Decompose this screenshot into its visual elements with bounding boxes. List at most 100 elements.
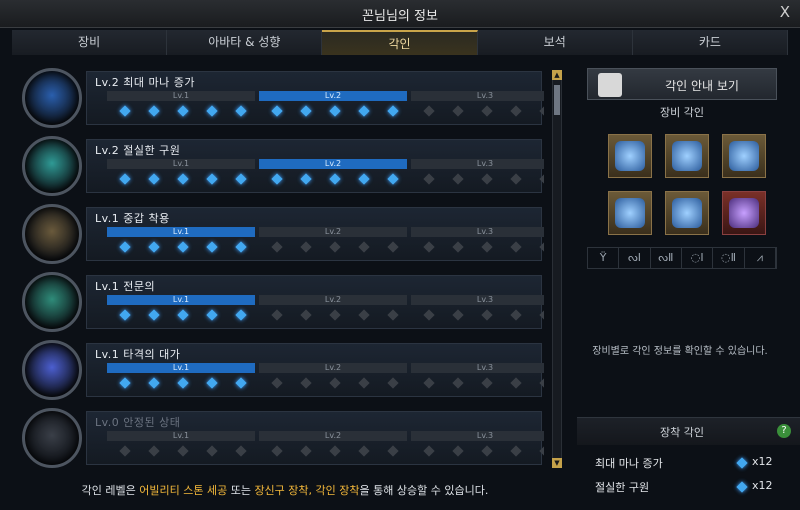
engraving-row[interactable]: Lv.1 중갑 착용 Lv.1 Lv.2 Lv.3	[20, 202, 544, 268]
gem-filled-icon	[148, 173, 160, 185]
gem-empty-icon	[119, 445, 131, 457]
footer-text: 각인 레벨은	[81, 484, 140, 497]
equip-info-text: 장비별로 각인 정보를 확인할 수 있습니다.	[592, 346, 768, 357]
gem-empty-icon	[539, 445, 544, 457]
gem-empty-icon	[452, 309, 464, 321]
level-bar: Lv.1	[107, 159, 255, 169]
gem-filled-icon	[271, 173, 283, 185]
gem-empty-icon	[271, 377, 283, 389]
necklace-type-icon[interactable]: Ϋ	[588, 248, 620, 268]
earring-2-slot[interactable]	[722, 134, 766, 178]
engraving-panel: Lv.1 타격의 대가 Lv.1 Lv.2 Lv.3	[86, 343, 544, 397]
gem-empty-icon	[539, 241, 544, 253]
ring-2-type-icon[interactable]: ◌Ⅱ	[713, 248, 745, 268]
level-bar: Lv.2	[259, 227, 407, 237]
gem-icon	[736, 457, 748, 469]
level-bar: Lv.2	[259, 363, 407, 373]
gem-empty-icon	[300, 377, 312, 389]
gem-empty-icon	[481, 309, 493, 321]
engraving-row[interactable]: Lv.1 타격의 대가 Lv.1 Lv.2 Lv.3	[20, 338, 544, 404]
earring-1-slot[interactable]	[665, 134, 709, 178]
level-bar: Lv.2	[259, 295, 407, 305]
engraving-row[interactable]: Lv.2 절실한 구원 Lv.1 Lv.2 Lv.3	[20, 134, 544, 200]
tab-gems[interactable]: 보석	[477, 30, 633, 55]
level-bar: Lv.1	[107, 431, 255, 441]
engraving-title: Lv.1 타격의 대가	[95, 348, 181, 361]
gem-filled-icon	[148, 377, 160, 389]
tab-equipment[interactable]: 장비	[12, 30, 168, 55]
footer-note: 각인 레벨은 어빌리티 스톤 세공 또는 장신구 장착, 각인 장착을 통해 상…	[0, 482, 570, 498]
ring-1-slot[interactable]	[608, 191, 652, 235]
level-bar: Lv.2	[259, 159, 407, 169]
gem-empty-icon	[358, 241, 370, 253]
gem-empty-icon	[206, 445, 218, 457]
scroll-down-button[interactable]: ▼	[552, 458, 562, 468]
gem-filled-icon	[358, 173, 370, 185]
gem-empty-icon	[358, 377, 370, 389]
necklace-slot[interactable]	[608, 134, 652, 178]
gem-empty-icon	[300, 445, 312, 457]
level-bar: Lv.1	[107, 91, 255, 101]
tab-cards[interactable]: 카드	[632, 30, 789, 55]
gem-empty-icon	[387, 309, 399, 321]
stone-type-icon[interactable]: ⩘	[745, 248, 776, 268]
gem-filled-icon	[206, 241, 218, 253]
gem-empty-icon	[539, 377, 544, 389]
ring-icon	[672, 198, 702, 228]
level-bar: Lv.3	[411, 159, 544, 169]
earring-2-type-icon[interactable]: ᔓⅡ	[651, 248, 682, 268]
engraving-guide-button[interactable]: 각인 안내 보기	[587, 68, 777, 100]
close-button[interactable]: X	[780, 3, 790, 21]
level-bar: Lv.1	[107, 227, 255, 237]
engraving-panel: Lv.0 안정된 상태 Lv.1 Lv.2 Lv.3	[86, 411, 544, 465]
gem-empty-icon	[481, 105, 493, 117]
gem-empty-icon	[452, 445, 464, 457]
engraving-title: Lv.2 절실한 구원	[95, 144, 181, 157]
gem-filled-icon	[206, 173, 218, 185]
gem-empty-icon	[271, 309, 283, 321]
gem-empty-icon	[177, 445, 189, 457]
level-bar: Lv.1	[107, 363, 255, 373]
gem-icon	[736, 481, 748, 493]
tab-engraving[interactable]: 각인	[322, 30, 478, 55]
gem-filled-icon	[206, 377, 218, 389]
gem-empty-icon	[452, 105, 464, 117]
ring-1-type-icon[interactable]: ◌Ⅰ	[682, 248, 714, 268]
gem-empty-icon	[423, 105, 435, 117]
window-titlebar: 꼰님님의 정보 X	[0, 0, 800, 28]
gem-filled-icon	[119, 377, 131, 389]
engraving-icon	[22, 408, 82, 468]
scrollbar[interactable]: ▲ ▼	[552, 70, 562, 468]
equipped-item-count: x12	[752, 455, 773, 468]
engraving-list: Lv.2 최대 마나 증가 Lv.1 Lv.2 Lv.3 Lv.2 절실한 구원 Lv.1…	[20, 66, 544, 472]
gem-empty-icon	[148, 445, 160, 457]
level-bar: Lv.3	[411, 431, 544, 441]
scrollbar-thumb[interactable]	[554, 85, 560, 115]
gem-empty-icon	[481, 173, 493, 185]
guide-button-label: 각인 안내 보기	[665, 79, 739, 93]
gem-filled-icon	[148, 241, 160, 253]
gem-filled-icon	[177, 377, 189, 389]
gem-filled-icon	[235, 173, 247, 185]
tab-avatar[interactable]: 아바타 & 성향	[167, 30, 323, 55]
gem-filled-icon	[206, 105, 218, 117]
gem-filled-icon	[177, 105, 189, 117]
level-bar: Lv.3	[411, 363, 544, 373]
ring-2-slot[interactable]	[665, 191, 709, 235]
engraving-row[interactable]: Lv.2 최대 마나 증가 Lv.1 Lv.2 Lv.3	[20, 66, 544, 132]
ability-stone-slot[interactable]	[722, 191, 766, 235]
engraving-row[interactable]: Lv.1 전문의 Lv.1 Lv.2 Lv.3	[20, 270, 544, 336]
engraving-icon	[22, 68, 82, 128]
help-icon[interactable]: ?	[777, 424, 791, 438]
scroll-up-button[interactable]: ▲	[552, 70, 562, 80]
engraving-row[interactable]: Lv.0 안정된 상태 Lv.1 Lv.2 Lv.3	[20, 406, 544, 472]
earring-1-type-icon[interactable]: ᔓⅠ	[619, 248, 651, 268]
level-bar: Lv.3	[411, 295, 544, 305]
gem-filled-icon	[329, 105, 341, 117]
gem-filled-icon	[387, 173, 399, 185]
gem-empty-icon	[510, 309, 522, 321]
gem-empty-icon	[481, 377, 493, 389]
footer-text: 또는	[227, 484, 255, 497]
gem-filled-icon	[119, 105, 131, 117]
gem-filled-icon	[119, 309, 131, 321]
